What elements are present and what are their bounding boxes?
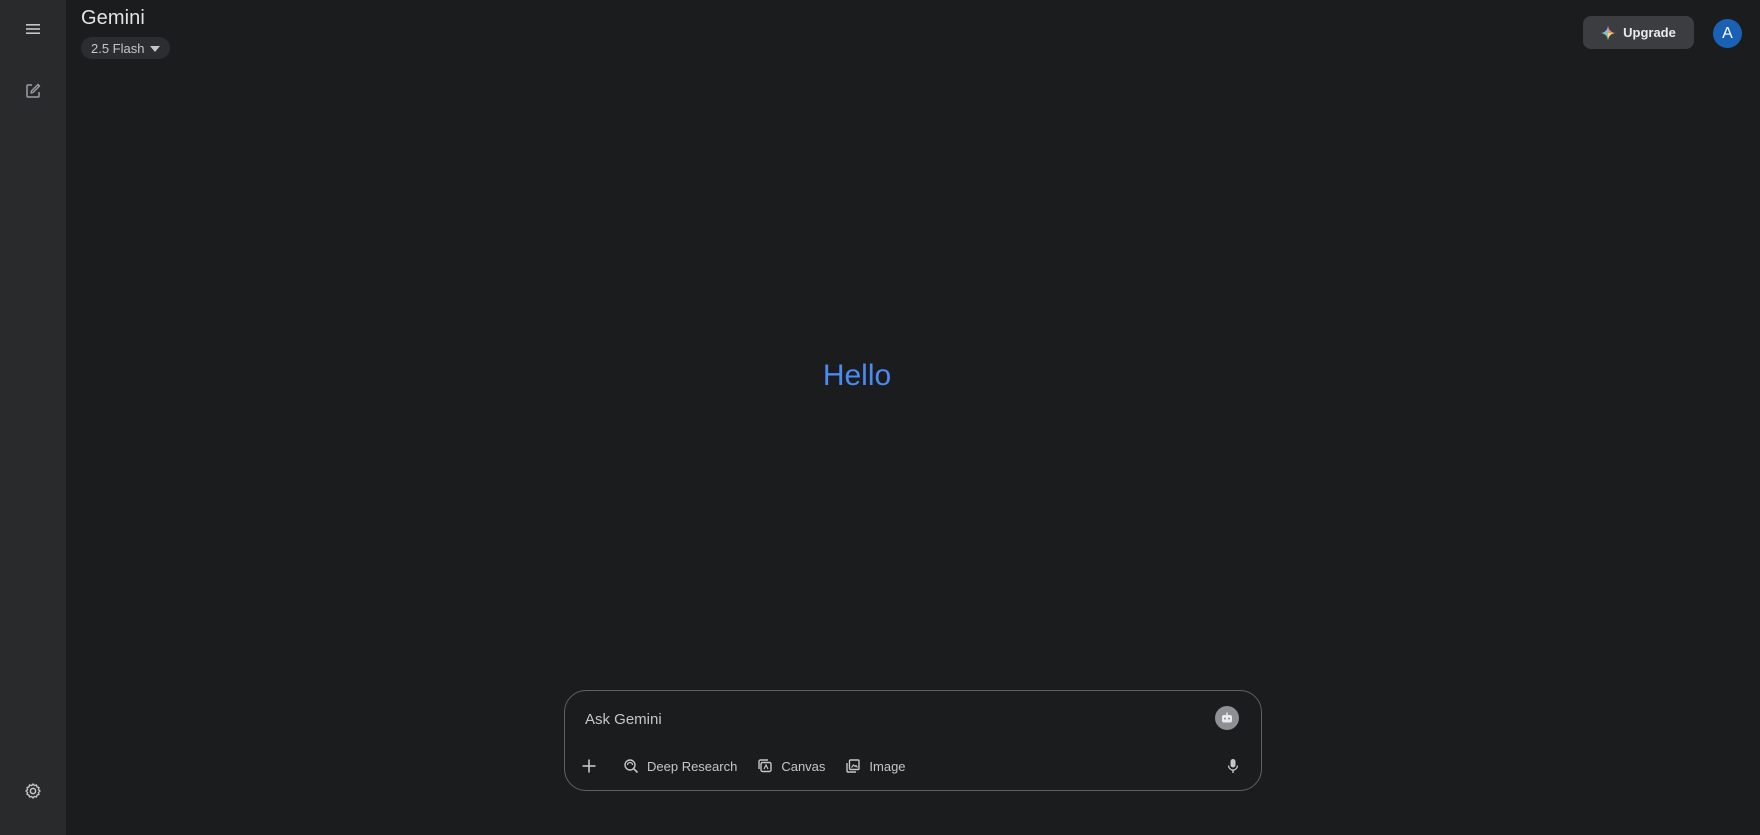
canvas-icon <box>758 759 773 773</box>
image-button[interactable]: Image <box>835 751 915 781</box>
deep-research-icon <box>624 759 639 774</box>
canvas-label: Canvas <box>781 758 826 774</box>
hamburger-menu-icon <box>26 24 40 34</box>
gear-icon <box>25 783 41 799</box>
deep-research-button[interactable]: Deep Research <box>613 751 747 781</box>
microphone-icon <box>1227 759 1239 773</box>
settings-button[interactable] <box>13 771 53 811</box>
new-chat-button[interactable] <box>13 71 53 111</box>
add-attachment-button[interactable] <box>573 751 605 781</box>
image-label: Image <box>869 758 906 774</box>
greeting-container: Hello <box>66 359 1760 393</box>
model-label: 2.5 Flash <box>91 40 145 56</box>
side-rail <box>0 0 66 835</box>
prompt-input[interactable] <box>583 706 1183 732</box>
model-selector[interactable]: 2.5 Flash <box>81 37 171 59</box>
greeting-text: Hello <box>822 359 892 392</box>
sparkle-icon <box>1601 25 1616 40</box>
deep-research-label: Deep Research <box>647 758 738 774</box>
chevron-down-icon <box>150 45 161 52</box>
share-screen-button[interactable] <box>1215 706 1239 730</box>
composer-toolbar: Deep Research Canvas Image <box>573 751 916 781</box>
prompt-composer: Deep Research Canvas Image <box>564 690 1262 791</box>
upgrade-button[interactable]: Upgrade <box>1583 16 1694 49</box>
microphone-button[interactable] <box>1220 753 1246 779</box>
edit-square-icon <box>26 83 41 98</box>
robot-icon <box>1222 712 1232 723</box>
canvas-button[interactable]: Canvas <box>747 751 835 781</box>
image-stack-icon <box>846 759 861 773</box>
app-title: Gemini <box>81 7 145 29</box>
avatar[interactable]: A <box>1713 19 1742 48</box>
plus-icon <box>582 759 596 773</box>
main-menu-button[interactable] <box>13 9 53 49</box>
upgrade-label: Upgrade <box>1623 25 1676 40</box>
